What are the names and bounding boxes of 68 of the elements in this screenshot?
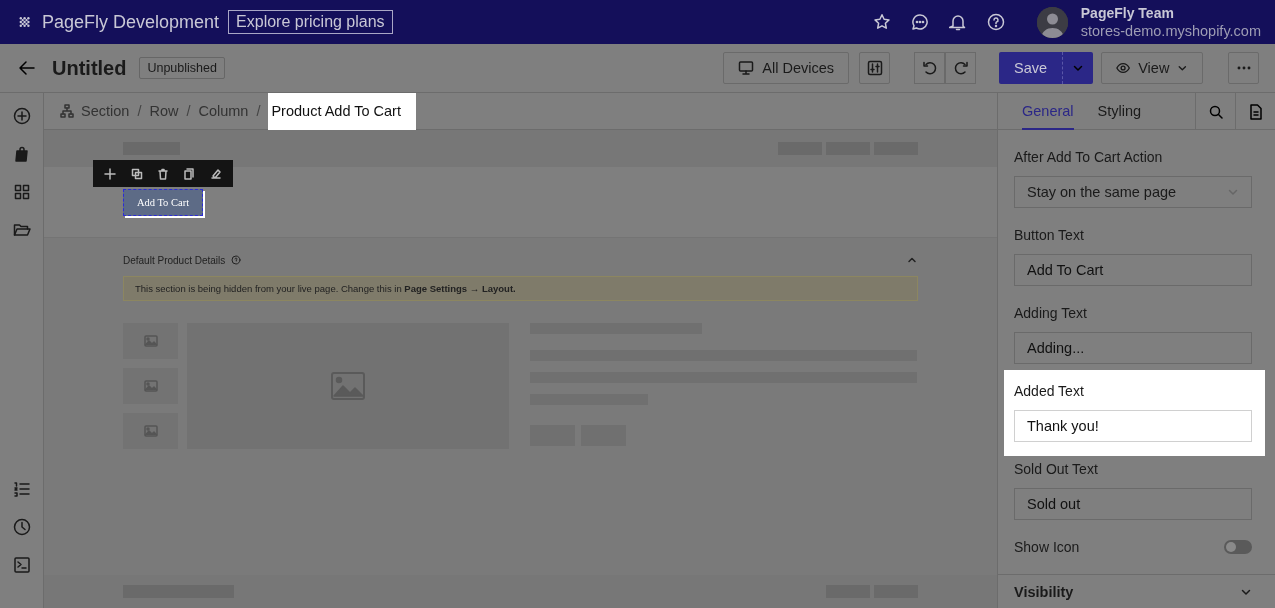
history-icon[interactable] — [12, 518, 31, 536]
panel-tab[interactable]: Styling — [1097, 93, 1142, 130]
sliders-icon — [866, 60, 883, 76]
hierarchy-icon — [60, 104, 74, 118]
document-icon — [1248, 103, 1263, 120]
back-arrow-icon — [18, 59, 36, 77]
text-field[interactable]: Sold out — [1014, 488, 1252, 520]
trash-icon[interactable] — [156, 167, 169, 180]
dropdown-field[interactable]: Stay on the same page — [1014, 176, 1252, 208]
bell-icon[interactable] — [948, 13, 967, 31]
copy-icon[interactable] — [183, 167, 196, 180]
move-icon[interactable] — [104, 167, 117, 180]
notice-banner: This section is being hidden from your live page. Change this in Page Settings → Layout. — [123, 276, 918, 301]
text-field[interactable]: Add To Cart — [1014, 254, 1252, 286]
section-header: Visibility — [1014, 583, 1074, 600]
breadcrumb-item[interactable]: Section — [81, 103, 130, 119]
help-icon[interactable] — [986, 13, 1005, 31]
status-badge: Unpublished — [139, 57, 225, 79]
back-button[interactable] — [18, 59, 36, 77]
grid-icon[interactable] — [12, 183, 31, 201]
view-button[interactable]: View — [1101, 52, 1203, 84]
shopping-bag-icon[interactable] — [12, 145, 31, 163]
toggle-label: Show Icon — [1014, 539, 1080, 555]
folder-icon[interactable] — [12, 221, 31, 239]
user-name: PageFly Team — [1080, 5, 1175, 21]
text-field[interactable]: Adding... — [1014, 332, 1252, 364]
breadcrumb-separator: / — [256, 103, 261, 119]
pricing-link[interactable]: Explore pricing plans — [228, 10, 393, 34]
image-icon — [143, 425, 158, 437]
redo-button[interactable] — [945, 52, 976, 84]
field-label: Added Text — [1014, 382, 1085, 400]
image-icon — [143, 335, 158, 347]
eraser-icon[interactable] — [209, 167, 222, 180]
field-label: Sold Out Text — [1014, 460, 1099, 478]
numbered-list-icon[interactable] — [12, 480, 31, 498]
device-button[interactable]: All Devices — [723, 52, 849, 84]
image-icon — [143, 380, 158, 392]
undo-icon — [921, 60, 938, 76]
section-title: Default Product Details — [123, 254, 226, 266]
eye-icon — [1116, 60, 1131, 76]
page-title: Untitled — [52, 56, 127, 80]
search-icon — [1208, 104, 1223, 119]
panel-tab[interactable]: General — [1022, 93, 1074, 130]
monitor-icon — [738, 60, 755, 76]
undo-button[interactable] — [914, 52, 945, 84]
field-label: Button Text — [1014, 226, 1085, 244]
text-field[interactable]: Thank you! — [1014, 410, 1252, 442]
store-url: stores-demo.myshopify.com — [1080, 23, 1261, 39]
help-icon — [231, 255, 242, 265]
breadcrumb-item[interactable]: Row — [149, 103, 179, 119]
redo-icon — [952, 60, 969, 76]
breadcrumb-item[interactable]: Product Add To Cart — [268, 92, 416, 130]
field-label: Adding Text — [1014, 304, 1088, 322]
chat-icon[interactable] — [910, 13, 929, 31]
settings-button[interactable] — [859, 52, 890, 84]
breadcrumb-separator: / — [137, 103, 142, 119]
toggle-switch[interactable] — [1224, 540, 1252, 554]
brand-name: PageFly Development — [42, 11, 220, 33]
add-icon[interactable] — [12, 107, 31, 125]
image-icon — [331, 372, 365, 400]
star-icon[interactable] — [872, 13, 891, 31]
breadcrumb-item[interactable]: Column — [198, 103, 249, 119]
avatar[interactable] — [1036, 6, 1068, 38]
add-to-cart-button[interactable]: Add To Cart — [123, 189, 203, 216]
terminal-icon[interactable] — [12, 556, 31, 574]
duplicate-icon[interactable] — [130, 167, 143, 180]
breadcrumb-separator: / — [186, 103, 191, 119]
field-label: After Add To Cart Action — [1014, 148, 1164, 166]
